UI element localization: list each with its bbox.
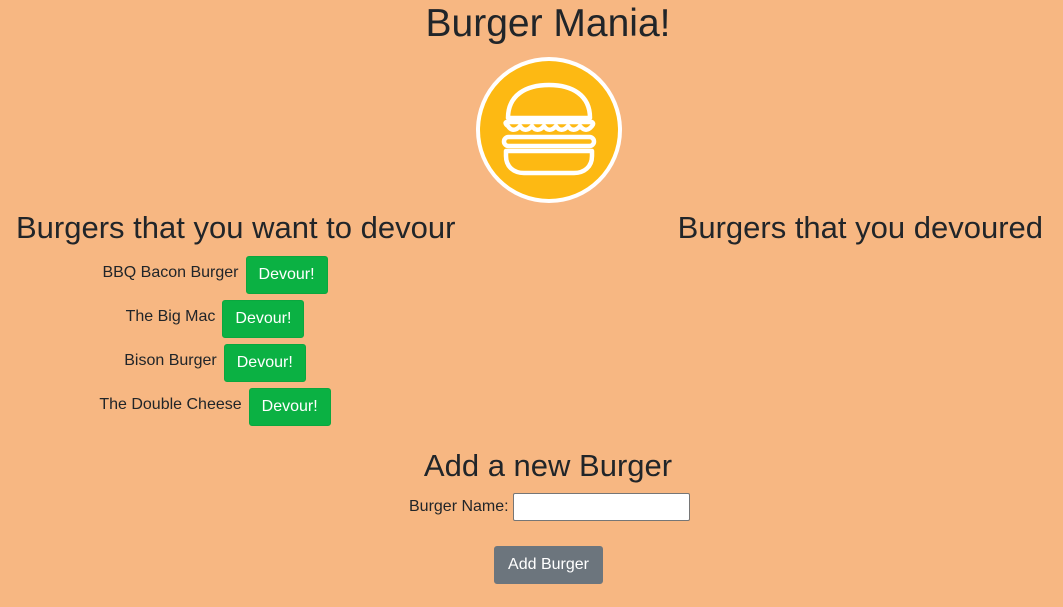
burger-item: The Double Cheese Devour!	[0, 388, 430, 426]
add-burger-form: Burger Name:	[409, 492, 690, 522]
burger-name-input[interactable]	[512, 493, 690, 521]
burger-list: BBQ Bacon Burger Devour! The Big Mac Dev…	[0, 256, 430, 432]
devour-button[interactable]: Devour!	[223, 344, 306, 382]
burger-logo-icon	[476, 57, 622, 203]
devoured-heading: Burgers that you devoured	[677, 210, 1043, 245]
add-burger-heading: Add a new Burger	[423, 448, 673, 483]
burger-name: The Double Cheese	[99, 396, 242, 413]
add-burger-button[interactable]: Add Burger	[494, 546, 603, 584]
burger-item: BBQ Bacon Burger Devour!	[0, 256, 430, 294]
burger-name: Bison Burger	[124, 352, 217, 369]
burger-name-label: Burger Name:	[409, 498, 509, 515]
page-title: Burger Mania!	[425, 2, 671, 45]
burger-name: BBQ Bacon Burger	[102, 264, 239, 281]
burger-item: Bison Burger Devour!	[0, 344, 430, 382]
burger-name: The Big Mac	[125, 308, 216, 325]
devour-button[interactable]: Devour!	[248, 388, 331, 426]
devour-button[interactable]: Devour!	[222, 300, 305, 338]
to-devour-heading: Burgers that you want to devour	[16, 210, 456, 245]
burger-item: The Big Mac Devour!	[0, 300, 430, 338]
devour-button[interactable]: Devour!	[245, 256, 328, 294]
